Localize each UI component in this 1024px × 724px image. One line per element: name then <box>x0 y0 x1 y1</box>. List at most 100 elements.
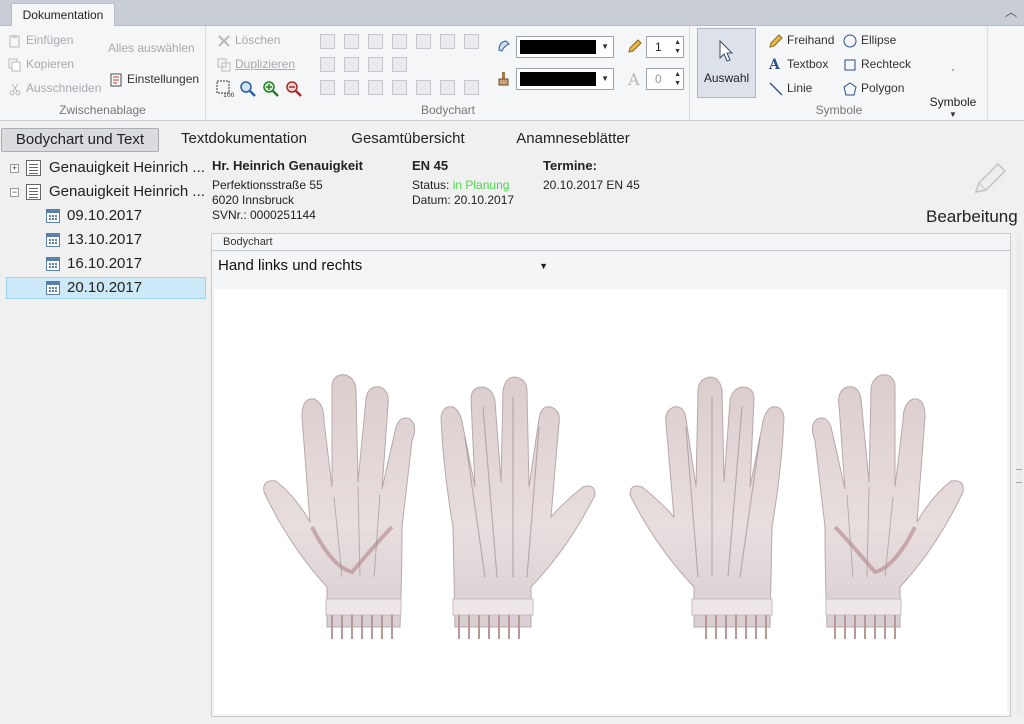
ellipse-label: Ellipse <box>861 33 897 47</box>
select-all-button[interactable]: Alles auswählen <box>108 39 195 57</box>
document-icon <box>26 160 41 176</box>
tree-date-item[interactable]: 13.10.2017 <box>0 229 206 251</box>
duplicate-icon <box>217 58 231 72</box>
ellipse-icon <box>843 34 857 48</box>
mirror-icon[interactable] <box>368 57 383 72</box>
select-tool-button[interactable]: Auswahl <box>697 28 756 98</box>
freehand-tool-button[interactable]: Freihand <box>769 31 834 49</box>
font-size-icon: A <box>628 70 640 89</box>
layers-icon[interactable] <box>464 34 479 49</box>
hand-left-palm <box>263 374 416 639</box>
tree-item-patient-1[interactable]: + Genauigkeit Heinrich ... <box>0 157 206 179</box>
ungroup-icon[interactable] <box>440 34 455 49</box>
bodychart-select[interactable]: Hand links und rechts ▼ <box>218 255 548 277</box>
appointments-title: Termine: <box>543 158 597 173</box>
calendar-icon <box>46 281 60 295</box>
text-a-icon: A <box>769 56 780 73</box>
ribbon: Einfügen Kopieren Ausschneiden Alles aus… <box>0 26 1024 121</box>
font-size-stepper[interactable]: 0 ▲ ▼ <box>646 68 684 90</box>
align-left-icon[interactable] <box>320 80 335 95</box>
polygon-tool-button[interactable]: Polygon <box>843 79 904 97</box>
flip-horizontal-icon[interactable] <box>320 57 335 72</box>
status-label: Status: <box>412 178 450 192</box>
patient-name: Hr. Heinrich Genauigkeit <box>212 158 363 173</box>
fill-color-select[interactable]: ▼ <box>516 68 614 90</box>
chevron-down-icon: ▼ <box>949 110 957 119</box>
cut-label: Ausschneiden <box>26 81 102 95</box>
calendar-icon <box>46 257 60 271</box>
line-icon <box>769 82 783 96</box>
line-width-stepper[interactable]: 1 ▲ ▼ <box>646 36 684 58</box>
chevron-up-icon[interactable]: ︿ <box>1004 5 1018 19</box>
zoom-out-icon[interactable] <box>285 80 303 98</box>
align-top-icon[interactable] <box>392 80 407 95</box>
tree-date-item[interactable]: 09.10.2017 <box>0 205 206 227</box>
edit-label[interactable]: Bearbeitung <box>926 207 1018 227</box>
divider <box>212 250 1010 251</box>
hand-left-back <box>629 376 785 639</box>
chevron-down-icon: ▼ <box>601 74 609 83</box>
zoom-in-icon[interactable] <box>262 80 280 98</box>
bodychart-panel-title: Bodychart <box>223 236 273 248</box>
fill-color-swatch <box>520 72 596 86</box>
tree-item-patient-2[interactable]: − Genauigkeit Heinrich ... <box>0 181 206 203</box>
align-right-icon[interactable] <box>368 80 383 95</box>
send-backward-icon[interactable] <box>392 34 407 49</box>
scrollbar-grip[interactable] <box>1016 469 1022 483</box>
duplicate-label: Duplizieren <box>235 57 296 71</box>
line-tool-button[interactable]: Linie <box>769 79 812 97</box>
align-middle-icon[interactable] <box>416 80 431 95</box>
bodychart-canvas[interactable] <box>215 289 1007 714</box>
settings-button[interactable]: Einstellungen <box>109 70 199 88</box>
flip-vertical-icon[interactable] <box>344 57 359 72</box>
line-width-value: 1 <box>655 40 662 54</box>
textbox-tool-button[interactable]: A Textbox <box>769 55 828 73</box>
view-tabs: Bodychart und Text Textdokumentation Ges… <box>0 121 1024 155</box>
duplicate-button[interactable]: Duplizieren <box>217 55 295 73</box>
tab-textdokumentation[interactable]: Textdokumentation <box>172 128 316 152</box>
align-bottom-icon[interactable] <box>440 80 455 95</box>
tab-gesamtuebersicht[interactable]: Gesamtübersicht <box>343 128 473 152</box>
stepper-arrows-icon[interactable]: ▲ ▼ <box>674 38 681 56</box>
bring-front-icon[interactable] <box>320 34 335 49</box>
tree-date-item-selected[interactable]: 20.10.2017 <box>6 277 206 299</box>
bring-forward-icon[interactable] <box>368 34 383 49</box>
rectangle-tool-button[interactable]: Rechteck <box>843 55 911 73</box>
pencil-icon[interactable] <box>970 158 1010 198</box>
tab-anamneseblaetter[interactable]: Anamneseblätter <box>508 128 638 152</box>
align-center-icon[interactable] <box>344 80 359 95</box>
calendar-icon <box>46 209 60 223</box>
zoom-fit-icon[interactable] <box>239 80 257 98</box>
paste-button[interactable]: Einfügen <box>8 31 73 49</box>
tree-item-label: Genauigkeit Heinrich ... <box>49 183 205 200</box>
stepper-arrows-icon[interactable]: ▲ ▼ <box>674 70 681 88</box>
tab-bodychart-und-text[interactable]: Bodychart und Text <box>1 128 159 152</box>
line-color-select[interactable]: ▼ <box>516 36 614 58</box>
vertical-scrollbar[interactable] <box>1016 233 1022 717</box>
expand-icon[interactable]: + <box>10 164 19 173</box>
chevron-down-icon: ▼ <box>601 42 609 51</box>
tree-date-item[interactable]: 16.10.2017 <box>0 253 206 275</box>
rotate-icon[interactable] <box>392 57 407 72</box>
zoom-100-icon[interactable]: 100 <box>216 80 234 98</box>
group-clipboard: Einfügen Kopieren Ausschneiden Alles aus… <box>0 26 206 121</box>
hand-right-back <box>440 376 596 639</box>
chevron-down-icon: ▼ <box>539 261 548 271</box>
cut-button[interactable]: Ausschneiden <box>8 79 101 97</box>
group-icon[interactable] <box>416 34 431 49</box>
ellipse-tool-button[interactable]: Ellipse <box>843 31 896 49</box>
collapse-icon[interactable]: − <box>10 188 19 197</box>
symbols-menu-button[interactable]: · Symbole ▼ <box>926 52 980 120</box>
polygon-icon <box>843 82 857 96</box>
delete-label: Löschen <box>235 33 281 47</box>
copy-button[interactable]: Kopieren <box>8 55 74 73</box>
send-back-icon[interactable] <box>344 34 359 49</box>
tree-date-label: 13.10.2017 <box>67 231 143 248</box>
delete-x-icon <box>218 35 230 47</box>
group-label-clipboard: Zwischenablage <box>59 103 146 117</box>
delete-button[interactable]: Löschen <box>217 31 280 49</box>
appointment-entry[interactable]: 20.10.2017 EN 45 <box>543 178 640 192</box>
cursor-arrow-icon <box>719 39 734 62</box>
gear-icon[interactable] <box>464 80 479 95</box>
tab-dokumentation[interactable]: Dokumentation <box>11 3 115 27</box>
